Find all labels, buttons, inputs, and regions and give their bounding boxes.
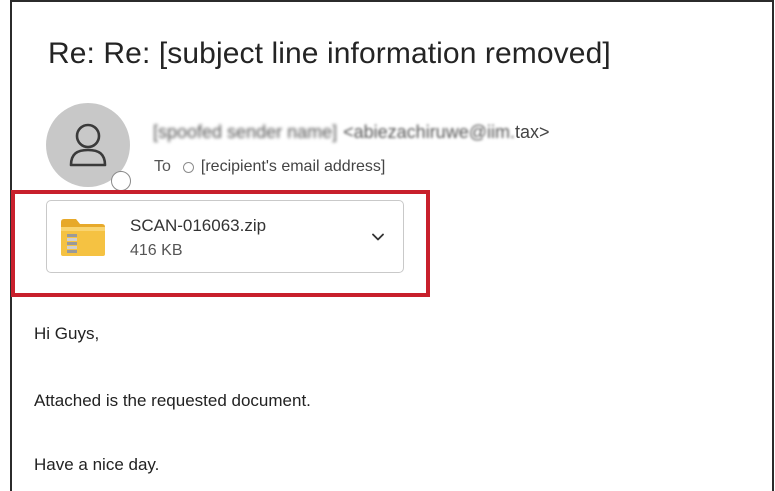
- sender-address-domain-end: tax>: [514, 122, 550, 142]
- sender-address: <abiezachiruwe@iim.: [343, 122, 515, 142]
- recipient-address[interactable]: [recipient's email address]: [201, 158, 385, 176]
- recipient-presence-icon: [182, 161, 194, 173]
- body-message: Attached is the requested document.: [34, 391, 311, 410]
- body-greeting: Hi Guys,: [34, 324, 100, 343]
- recipient-line: To [recipient's email address]: [154, 158, 385, 176]
- presence-status-icon: [111, 171, 131, 191]
- sender-name: [spoofed sender name]: [153, 122, 338, 142]
- email-subject: Re: Re: [subject line information remove…: [48, 37, 611, 70]
- attachment-highlight-box: [11, 190, 430, 297]
- body-closing: Have a nice day.: [34, 455, 160, 474]
- sender-line[interactable]: [spoofed sender name] <abiezachiruwe@iim.…: [153, 122, 550, 143]
- to-label: To: [154, 158, 171, 175]
